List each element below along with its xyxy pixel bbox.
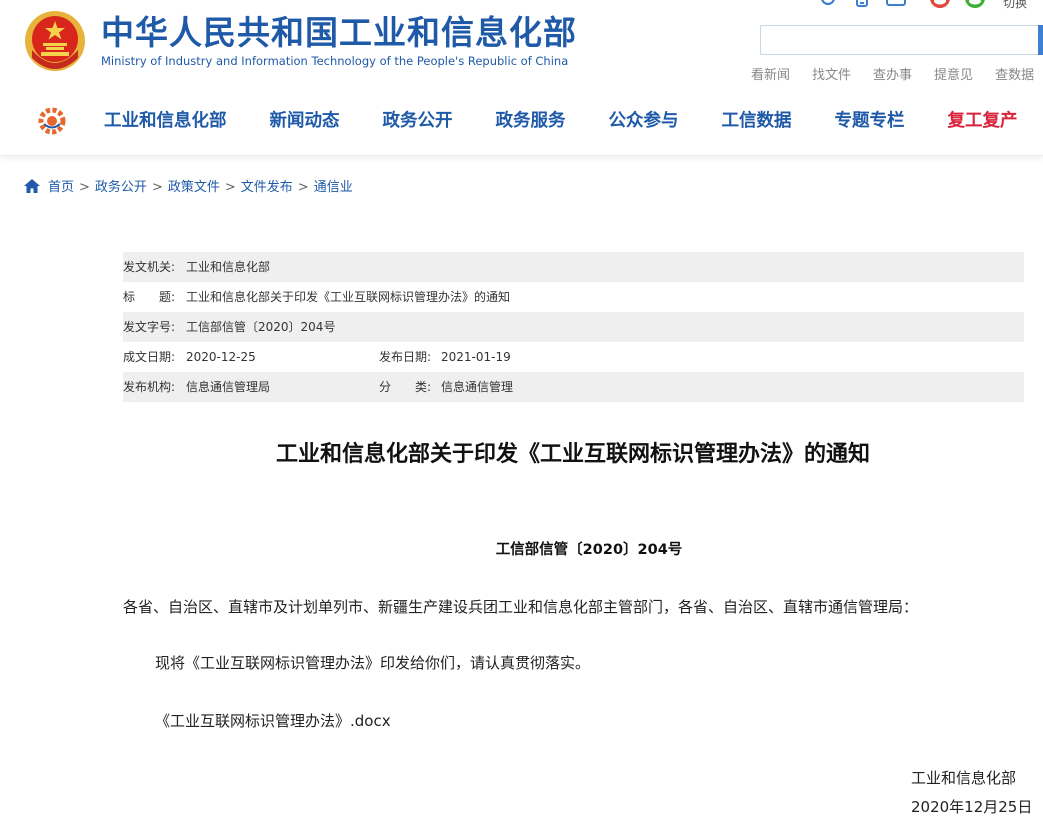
meta-label: 发布机构:: [123, 380, 176, 394]
nav-item-services[interactable]: 政务服务: [496, 108, 566, 134]
search-input[interactable]: [760, 25, 1043, 55]
document-date: 2020年12月25日: [911, 798, 1033, 816]
meta-value: 信息通信管理局: [186, 380, 271, 394]
nav-item-data[interactable]: 工信数据: [722, 108, 792, 134]
quick-link-data[interactable]: 查数据: [995, 64, 1034, 83]
search-button[interactable]: [1038, 25, 1043, 55]
site-title-cn[interactable]: 中华人民共和国工业和信息化部: [101, 13, 577, 53]
breadcrumb-separator: >: [297, 180, 309, 195]
meta-value: 2020-12-25: [186, 350, 256, 364]
document-salutation: 各省、自治区、直辖市及计划单列市、新疆生产建设兵团工业和信息化部主管部门，各省、…: [123, 598, 919, 616]
document-metadata-table: 发文机关: 工业和信息化部 标 题: 工业和信息化部关于印发《工业互联网标识管理…: [123, 252, 1024, 402]
nav-item-topics[interactable]: 专题专栏: [835, 108, 905, 134]
breadcrumb-separator: >: [224, 180, 236, 195]
document-body: 现将《工业互联网标识管理办法》印发给你们，请认真贯彻落实。: [155, 654, 591, 672]
quick-link-services[interactable]: 查办事: [873, 64, 912, 83]
quick-link-feedback[interactable]: 提意见: [934, 64, 973, 83]
meta-value: 信息通信管理: [441, 380, 514, 394]
tablet-icon[interactable]: [886, 0, 906, 8]
breadcrumb-telecom[interactable]: 通信业: [314, 180, 353, 195]
weibo-icon[interactable]: [930, 0, 950, 8]
nav-item-ministry[interactable]: 工业和信息化部: [104, 108, 227, 134]
meta-value: 工信部信管〔2020〕204号: [186, 320, 336, 334]
meta-row-agency: 发布机构: 信息通信管理局 分 类: 信息通信管理: [123, 372, 1024, 402]
main-nav: 工业和信息化部 新闻动态 政务公开 政务服务 公众参与 工信数据 专题专栏 复工复产: [104, 108, 1043, 134]
mobile-icon[interactable]: [852, 0, 872, 8]
quick-link-news[interactable]: 看新闻: [751, 64, 790, 83]
home-icon[interactable]: [24, 179, 40, 193]
meta-row-docno: 发文字号: 工信部信管〔2020〕204号: [123, 312, 1024, 342]
attachment-link[interactable]: 《工业互联网标识管理办法》.docx: [155, 710, 391, 732]
national-emblem-icon[interactable]: [24, 10, 86, 72]
site-title-en: Ministry of Industry and Information Tec…: [101, 54, 569, 68]
document-number: 工信部信管〔2020〕204号: [495, 542, 683, 558]
meta-value: 2021-01-19: [441, 350, 511, 364]
meta-label: 分 类:: [379, 380, 432, 394]
document-title: 工业和信息化部关于印发《工业互联网标识管理办法》的通知: [275, 442, 870, 467]
breadcrumb: 首页 > 政务公开 > 政策文件 > 文件发布 > 通信业: [24, 178, 353, 198]
breadcrumb-separator: >: [151, 180, 163, 195]
wechat-icon[interactable]: [965, 0, 985, 8]
nav-item-resumption[interactable]: 复工复产: [948, 108, 1018, 134]
quick-link-documents[interactable]: 找文件: [812, 64, 851, 83]
top-link-text[interactable]: 切换: [1003, 0, 1027, 11]
meta-row-issuer: 发文机关: 工业和信息化部: [123, 252, 1024, 282]
meta-row-title: 标 题: 工业和信息化部关于印发《工业互联网标识管理办法》的通知: [123, 282, 1024, 312]
breadcrumb-documents[interactable]: 文件发布: [241, 180, 293, 195]
meta-row-dates: 成文日期: 2020-12-25 发布日期: 2021-01-19: [123, 342, 1024, 372]
meta-label: 发文机关:: [123, 260, 176, 274]
nav-item-affairs[interactable]: 政务公开: [383, 108, 453, 134]
nav-item-news[interactable]: 新闻动态: [270, 108, 340, 134]
nav-item-participation[interactable]: 公众参与: [609, 108, 679, 134]
refresh-icon[interactable]: [818, 0, 838, 8]
meta-value: 工业和信息化部: [186, 260, 271, 274]
meta-label: 发布日期:: [379, 350, 432, 364]
meta-label: 发文字号:: [123, 320, 176, 334]
breadcrumb-policy[interactable]: 政策文件: [168, 180, 220, 195]
breadcrumb-affairs[interactable]: 政务公开: [95, 180, 147, 195]
document-signature: 工业和信息化部: [911, 769, 1017, 787]
meta-label: 成文日期:: [123, 350, 176, 364]
breadcrumb-separator: >: [79, 180, 90, 195]
breadcrumb-home[interactable]: 首页: [48, 180, 74, 195]
meta-label: 标 题:: [123, 290, 176, 304]
quick-links: 看新闻 找文件 查办事 提意见 查数据: [751, 64, 1043, 83]
site-header: 中华人民共和国工业和信息化部 Ministry of Industry and …: [0, 0, 1043, 156]
gear-logo-icon[interactable]: [38, 107, 66, 135]
meta-value: 工业和信息化部关于印发《工业互联网标识管理办法》的通知: [186, 290, 511, 304]
